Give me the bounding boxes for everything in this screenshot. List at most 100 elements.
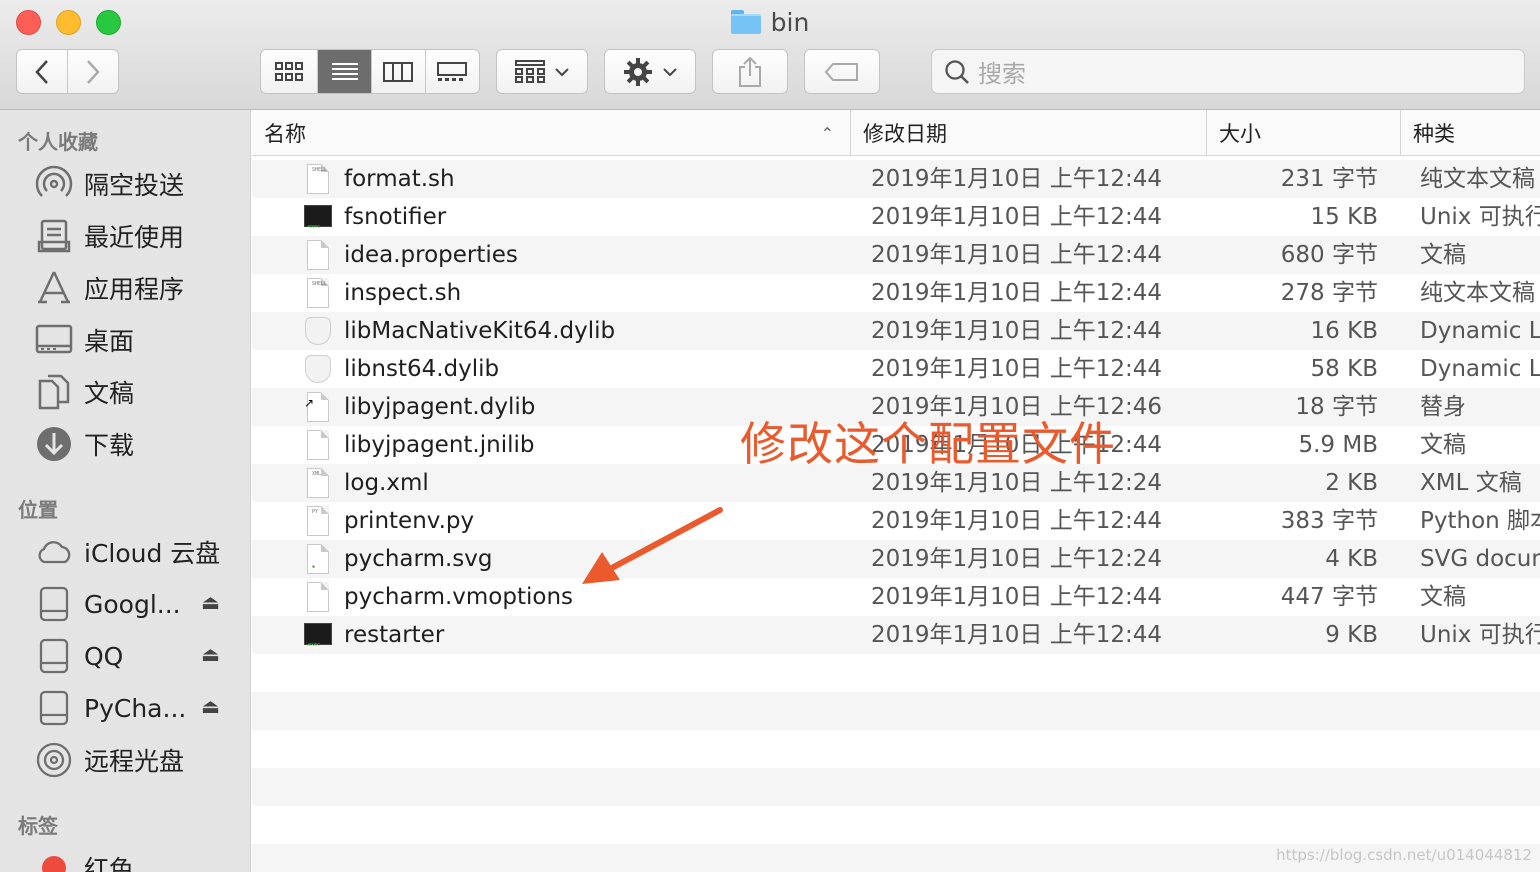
sidebar-item-label: QQ [84,641,124,671]
file-size: 383 字节 [1280,508,1378,534]
file-list: SHELL format.sh 2019年1月10日 上午12:44 231 字… [252,160,1540,872]
file-row[interactable]: SHELL format.sh 2019年1月10日 上午12:44 231 字… [252,160,1540,198]
sidebar-item-label: Googl... [84,589,181,619]
search-field[interactable]: 搜索 [931,49,1525,94]
sidebar-item-label: 下载 [84,431,135,460]
file-date: 2019年1月10日 上午12:44 [871,242,1163,268]
file-row[interactable]: libnst64.dylib 2019年1月10日 上午12:44 58 KB … [252,350,1540,388]
icon-view-button[interactable] [261,50,319,93]
alias-icon: ↗ [304,392,334,422]
file-size: 9 KB [1325,622,1378,648]
file-size: 15 KB [1310,204,1378,230]
sidebar-item-applications[interactable]: 应用程序 [34,266,244,310]
edit-tags-button[interactable] [804,49,880,94]
column-header-date-label: 修改日期 [863,122,947,146]
column-header-kind[interactable]: 种类 [1400,110,1540,156]
gear-icon [624,57,652,86]
applications-icon [34,268,74,308]
column-header-kind-label: 种类 [1413,122,1455,146]
file-row[interactable]: PY printenv.py 2019年1月10日 上午12:44 383 字节… [252,502,1540,540]
document-icon [304,582,334,612]
sidebar-item-qq[interactable]: QQ ⏏ [34,634,244,678]
forward-button[interactable] [68,50,119,93]
terminal-exec-icon: exec [304,202,334,232]
documents-icon [34,372,74,412]
document-icon [304,430,334,460]
sidebar-item-label: 应用程序 [84,275,185,304]
sidebar-item-label: 桌面 [84,327,135,356]
file-kind: 文稿 [1420,432,1466,458]
file-row[interactable]: pycharm.vmoptions 2019年1月10日 上午12:44 447… [252,578,1540,616]
sidebar-item-pycharm[interactable]: PyCha... ⏏ [34,686,244,730]
file-row[interactable]: ▪ pycharm.svg 2019年1月10日 上午12:24 4 KB SV… [252,540,1540,578]
file-date: 2019年1月10日 上午12:44 [871,508,1163,534]
file-date: 2019年1月10日 上午12:44 [871,280,1163,306]
sidebar-item-remote-disc[interactable]: 远程光盘 [34,738,244,782]
file-size: 278 字节 [1280,280,1378,306]
sidebar-item-airdrop[interactable]: 隔空投送 [34,162,244,206]
file-name: libnst64.dylib [344,356,500,382]
gallery-icon [437,61,468,81]
eject-icon[interactable]: ⏏ [201,694,220,718]
sidebar-item-downloads[interactable]: 下载 [34,422,244,466]
empty-row [252,806,1540,844]
file-date: 2019年1月10日 上午12:44 [871,622,1163,648]
share-button[interactable] [712,49,788,94]
tag-color-dot-icon [34,848,74,872]
library-icon [304,316,334,346]
action-menu-button[interactable] [604,49,696,94]
file-kind: Dynamic L [1420,318,1540,344]
gallery-view-button[interactable] [426,50,480,93]
chevron-left-icon [35,59,48,84]
group-grid-icon [515,59,545,83]
svg-file-icon: ▪ [304,544,334,574]
column-header-name[interactable]: 名称 ⌃ [252,110,850,156]
sidebar-item-icloud[interactable]: iCloud 云盘 [34,530,244,574]
file-kind: Python 脚本 [1420,508,1540,534]
file-row[interactable]: exec fsnotifier 2019年1月10日 上午12:44 15 KB… [252,198,1540,236]
python-script-icon: PY [304,506,334,536]
empty-row [252,730,1540,768]
sort-ascending-icon: ⌃ [820,123,834,143]
file-size: 231 字节 [1280,166,1378,192]
file-size: 680 字节 [1280,242,1378,268]
sidebar-item-tag-red[interactable]: 红色 [34,846,244,872]
file-date: 2019年1月10日 上午12:24 [871,546,1163,572]
sidebar-item-google-drive[interactable]: Googl... ⏏ [34,582,244,626]
watermark-text: https://blog.csdn.net/u014044812 [1276,846,1532,864]
icloud-icon [34,532,74,572]
eject-icon[interactable]: ⏏ [201,590,220,614]
sidebar-item-desktop[interactable]: 桌面 [34,318,244,362]
file-row[interactable]: idea.properties 2019年1月10日 上午12:44 680 字… [252,236,1540,274]
toolbar: bin 搜索 [0,0,1540,110]
file-size: 5.9 MB [1298,432,1378,458]
column-header-date[interactable]: 修改日期 [850,110,1206,156]
file-row[interactable]: libMacNativeKit64.dylib 2019年1月10日 上午12:… [252,312,1540,350]
column-view-button[interactable] [372,50,426,93]
optical-disc-icon [34,740,74,780]
file-date: 2019年1月10日 上午12:44 [871,584,1163,610]
column-header-size-label: 大小 [1219,122,1261,146]
file-kind: 文稿 [1420,584,1466,610]
group-by-button[interactable] [496,49,588,94]
file-name: restarter [344,622,445,648]
file-row[interactable]: SHELL inspect.sh 2019年1月10日 上午12:44 278 … [252,274,1540,312]
column-header: 名称 ⌃ 修改日期 大小 种类 [252,110,1540,156]
recents-icon [34,216,74,256]
chevron-right-icon [86,59,100,84]
columns-icon [383,61,414,82]
column-header-size[interactable]: 大小 [1206,110,1400,156]
file-row[interactable]: exec restarter 2019年1月10日 上午12:44 9 KB U… [252,616,1540,654]
tag-icon [824,62,858,81]
sidebar: 个人收藏 隔空投送 最近使用 应用程序 桌面 文稿 下载 位置 iCloud 云… [0,110,251,872]
sidebar-item-recents[interactable]: 最近使用 [34,214,244,258]
file-name: format.sh [344,166,455,192]
back-button[interactable] [17,50,68,93]
list-view-button[interactable] [318,50,372,93]
sidebar-item-documents[interactable]: 文稿 [34,370,244,414]
eject-icon[interactable]: ⏏ [201,642,220,666]
chevron-down-icon [663,67,677,76]
desktop-icon [34,320,74,360]
annotation-arrow-icon [582,507,723,584]
file-name: fsnotifier [344,204,447,230]
